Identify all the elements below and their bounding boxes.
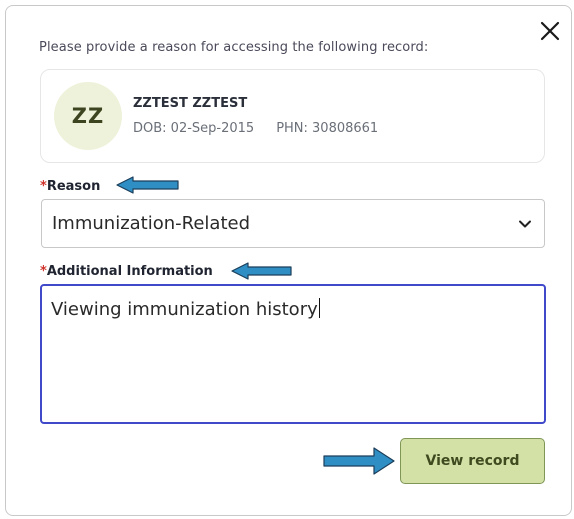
- reason-label: *Reason: [40, 179, 100, 194]
- reason-select-value: Immunization-Related: [52, 213, 251, 234]
- annotation-arrow-left-icon: [116, 176, 179, 194]
- close-icon[interactable]: [537, 18, 563, 44]
- patient-phn: PHN: 30808661: [276, 121, 379, 136]
- additional-info-textarea[interactable]: Viewing immunization history: [40, 284, 546, 424]
- additional-info-label: *Additional Information: [40, 264, 213, 279]
- view-record-button[interactable]: View record: [400, 438, 545, 484]
- required-marker: *: [40, 179, 47, 194]
- additional-info-text: Viewing immunization history: [51, 299, 318, 320]
- avatar: ZZ: [54, 82, 122, 150]
- required-marker: *: [40, 264, 47, 279]
- annotation-arrow-left-icon: [231, 262, 292, 280]
- patient-dob: DOB: 02-Sep-2015: [133, 121, 255, 136]
- patient-card: ZZ ZZTEST ZZTEST DOB: 02-Sep-2015 PHN: 30…: [40, 69, 545, 163]
- patient-name: ZZTEST ZZTEST: [133, 96, 248, 111]
- annotation-arrow-right-icon: [323, 447, 395, 475]
- text-caret: [318, 298, 320, 318]
- reason-label-text: Reason: [46, 179, 101, 194]
- reason-select[interactable]: Immunization-Related: [41, 199, 545, 248]
- dialog-prompt: Please provide a reason for accessing th…: [39, 40, 429, 55]
- patient-meta: DOB: 02-Sep-2015 PHN: 30808661: [133, 121, 400, 136]
- additional-info-value: Viewing immunization history: [51, 298, 320, 320]
- chevron-down-icon: [519, 220, 531, 228]
- additional-info-label-text: Additional Information: [46, 264, 213, 279]
